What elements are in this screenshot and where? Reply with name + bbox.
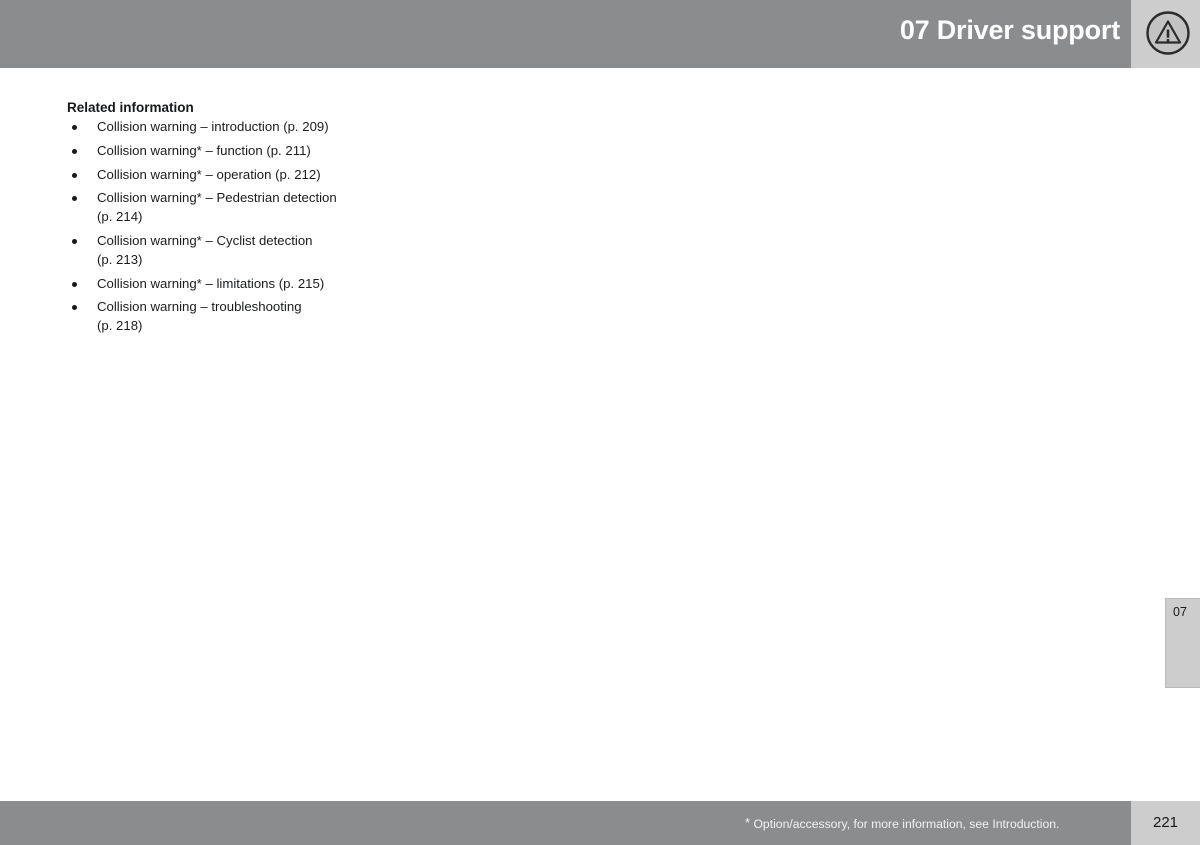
list-item[interactable]: Collision warning* – function (p. 211) — [67, 142, 487, 161]
footnote-text: Option/accessory, for more information, … — [753, 817, 1060, 831]
list-item[interactable]: Collision warning – troubleshooting (p. … — [67, 298, 487, 336]
section-heading: Related information — [67, 100, 194, 115]
list-item-label: Collision warning* – function (p. 211) — [97, 142, 311, 158]
footnote: * Option/accessory, for more information… — [745, 815, 1059, 832]
related-information-list: Collision warning – introduction (p. 209… — [67, 118, 487, 341]
list-item-label: Collision warning* – Pedestrian detectio… — [97, 190, 337, 225]
list-item-label: Collision warning – introduction (p. 209… — [97, 119, 329, 134]
list-item[interactable]: Collision warning* – operation (p. 212) — [67, 166, 487, 185]
list-item[interactable]: Collision warning* – limitations (p. 215… — [67, 275, 487, 294]
list-item-label: Collision warning – troubleshooting (p. … — [97, 299, 302, 334]
list-item-label: Collision warning* – limitations (p. 215… — [97, 275, 325, 291]
page-number-panel: 221 — [1131, 801, 1200, 845]
footnote-asterisk: * — [745, 815, 751, 830]
bullet-icon — [72, 238, 77, 244]
bullet-icon — [72, 196, 77, 202]
page-content: Related information Collision warning – … — [0, 68, 1200, 801]
bullet-icon — [72, 148, 77, 154]
bullet-icon — [72, 305, 77, 311]
page-footer: * Option/accessory, for more information… — [0, 801, 1200, 845]
header-band: 07 Driver support — [0, 0, 1131, 68]
list-item[interactable]: Collision warning* – Cyclist detection (… — [67, 232, 487, 270]
footer-band: * Option/accessory, for more information… — [0, 801, 1131, 845]
list-item-label: Collision warning* – operation (p. 212) — [97, 166, 321, 182]
chapter-tab-07[interactable]: 07 — [1165, 598, 1200, 688]
list-item-label: Collision warning* – Cyclist detection (… — [97, 232, 313, 267]
manual-page: 07 Driver support Related information Co… — [0, 0, 1200, 845]
bullet-icon — [72, 125, 77, 130]
bullet-icon — [72, 281, 77, 287]
warning-triangle-icon — [1146, 11, 1190, 55]
list-item[interactable]: Collision warning* – Pedestrian detectio… — [67, 189, 487, 227]
chapter-tab-label: 07 — [1173, 605, 1187, 619]
page-title: 07 Driver support — [899, 15, 1120, 45]
page-number: 221 — [1153, 814, 1179, 831]
bullet-icon — [72, 172, 77, 178]
header-icon-panel — [1131, 0, 1200, 68]
page-header: 07 Driver support — [0, 0, 1200, 68]
list-item[interactable]: Collision warning – introduction (p. 209… — [67, 118, 487, 137]
